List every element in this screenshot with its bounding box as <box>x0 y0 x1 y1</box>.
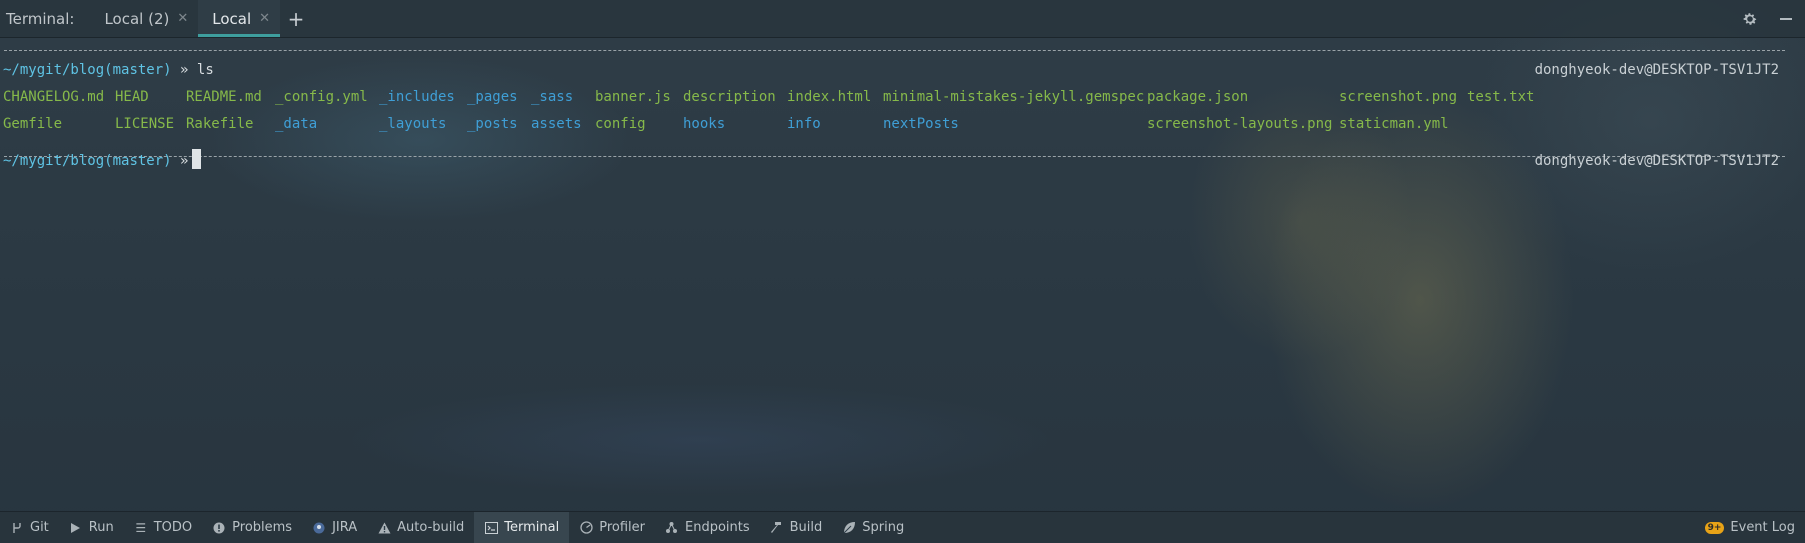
file-entry: Rakefile <box>186 116 254 132</box>
toolbar-label: Event Log <box>1730 520 1795 535</box>
file-entry: HEAD <box>115 89 149 105</box>
file-entry: LICENSE <box>115 116 175 132</box>
toolbar-label: Spring <box>862 520 905 535</box>
file-entry: minimal-mistakes-jekyll.gemspec <box>883 89 1145 105</box>
directory-entry: hooks <box>683 116 726 132</box>
directory-entry: _posts <box>467 116 518 132</box>
prompt-arrow: » <box>180 153 189 169</box>
separator-line <box>4 50 1785 51</box>
toolbar-label: Auto-build <box>397 520 465 535</box>
gear-icon[interactable] <box>1737 6 1763 32</box>
toolbar-label: Endpoints <box>684 520 750 535</box>
toolbar-label: JIRA <box>332 520 358 535</box>
close-icon[interactable]: ✕ <box>177 11 188 26</box>
prompt-branch: master <box>112 153 164 169</box>
directory-entry: _sass <box>531 89 574 105</box>
jira-icon <box>312 521 326 535</box>
right-prompt: donghyeok-dev@DESKTOP-TSV1JT2 <box>1534 153 1779 169</box>
file-entry: package.json <box>1147 89 1249 105</box>
toolbar-label: Profiler <box>599 520 645 535</box>
terminal-label: Terminal: <box>6 9 75 28</box>
tab-local[interactable]: Local ✕ <box>198 0 281 37</box>
tool-window-bar: Git Run ☰ TODO Problems JIRA Auto-build … <box>0 511 1805 543</box>
file-entry: description <box>683 89 776 105</box>
event-log-badge: 9+ <box>1704 521 1725 534</box>
toolbar-label: TODO <box>153 520 193 535</box>
prompt-line[interactable]: ~/mygit/blog(master) » <box>3 148 202 175</box>
file-entry: _config.yml <box>275 89 368 105</box>
run-button[interactable]: Run <box>59 512 124 543</box>
directory-entry: _includes <box>379 89 455 105</box>
prompt-path: ~/mygit/blog <box>3 153 105 169</box>
git-branch-icon <box>10 521 24 535</box>
auto-build-button[interactable]: Auto-build <box>367 512 474 543</box>
file-entry: Gemfile <box>3 116 63 132</box>
directory-entry: _layouts <box>379 116 447 132</box>
endpoints-icon <box>665 521 679 535</box>
directory-entry: assets <box>531 116 582 132</box>
build-button[interactable]: Build <box>760 512 833 543</box>
terminal-output[interactable]: ~/mygit/blog(master) » ls donghyeok-dev@… <box>0 37 1805 515</box>
prompt-arrow: » <box>180 62 189 78</box>
event-log-button[interactable]: 9+ Event Log <box>1695 512 1805 543</box>
terminal-icon <box>484 521 498 535</box>
warning-triangle-icon <box>377 521 391 535</box>
profiler-button[interactable]: Profiler <box>569 512 655 543</box>
toolbar-label: Problems <box>232 520 293 535</box>
hammer-icon <box>770 521 784 535</box>
spring-button[interactable]: Spring <box>832 512 914 543</box>
git-button[interactable]: Git <box>0 512 59 543</box>
text-cursor <box>192 149 202 169</box>
file-entry: index.html <box>787 89 872 105</box>
tab-local-2[interactable]: Local (2) ✕ <box>90 0 198 37</box>
profiler-icon <box>579 521 593 535</box>
file-entry: test.txt <box>1467 89 1535 105</box>
file-entry: config <box>595 116 646 132</box>
toolbar-label: Git <box>30 520 49 535</box>
directory-entry: _data <box>275 116 318 132</box>
jira-button[interactable]: JIRA <box>302 512 367 543</box>
prompt-line: ~/mygit/blog(master) » ls <box>3 62 214 78</box>
toolbar-label: Build <box>789 520 823 535</box>
tab-label: Local (2) <box>104 9 170 28</box>
right-prompt: donghyeok-dev@DESKTOP-TSV1JT2 <box>1534 62 1779 78</box>
alert-circle-icon <box>212 521 226 535</box>
directory-entry: nextPosts <box>883 116 959 132</box>
prompt-command: ls <box>196 62 214 78</box>
prompt-branch: master <box>112 62 164 78</box>
terminal-button[interactable]: Terminal <box>474 512 570 543</box>
terminal-tab-bar: Terminal: Local (2) ✕ Local ✕ + <box>0 0 1805 38</box>
file-entry: staticman.yml <box>1339 116 1449 132</box>
toolbar-label: Run <box>88 520 114 535</box>
file-entry: CHANGELOG.md <box>3 89 105 105</box>
separator-line <box>4 156 1785 157</box>
file-entry: screenshot.png <box>1339 89 1458 105</box>
minimize-icon[interactable] <box>1773 6 1799 32</box>
prompt-path: ~/mygit/blog <box>3 62 105 78</box>
plus-icon[interactable]: + <box>280 0 312 37</box>
todo-button[interactable]: ☰ TODO <box>124 512 202 543</box>
problems-button[interactable]: Problems <box>202 512 302 543</box>
tab-label: Local <box>212 9 252 28</box>
close-icon[interactable]: ✕ <box>259 11 270 26</box>
directory-entry: info <box>787 116 821 132</box>
play-icon <box>69 521 83 535</box>
file-entry: screenshot-layouts.png <box>1147 116 1333 132</box>
endpoints-button[interactable]: Endpoints <box>655 512 760 543</box>
toolbar-label: Terminal <box>504 520 560 535</box>
leaf-icon <box>842 521 856 535</box>
directory-entry: _pages <box>467 89 518 105</box>
list-icon: ☰ <box>135 520 147 535</box>
file-entry: README.md <box>186 89 262 105</box>
file-entry: banner.js <box>595 89 671 105</box>
